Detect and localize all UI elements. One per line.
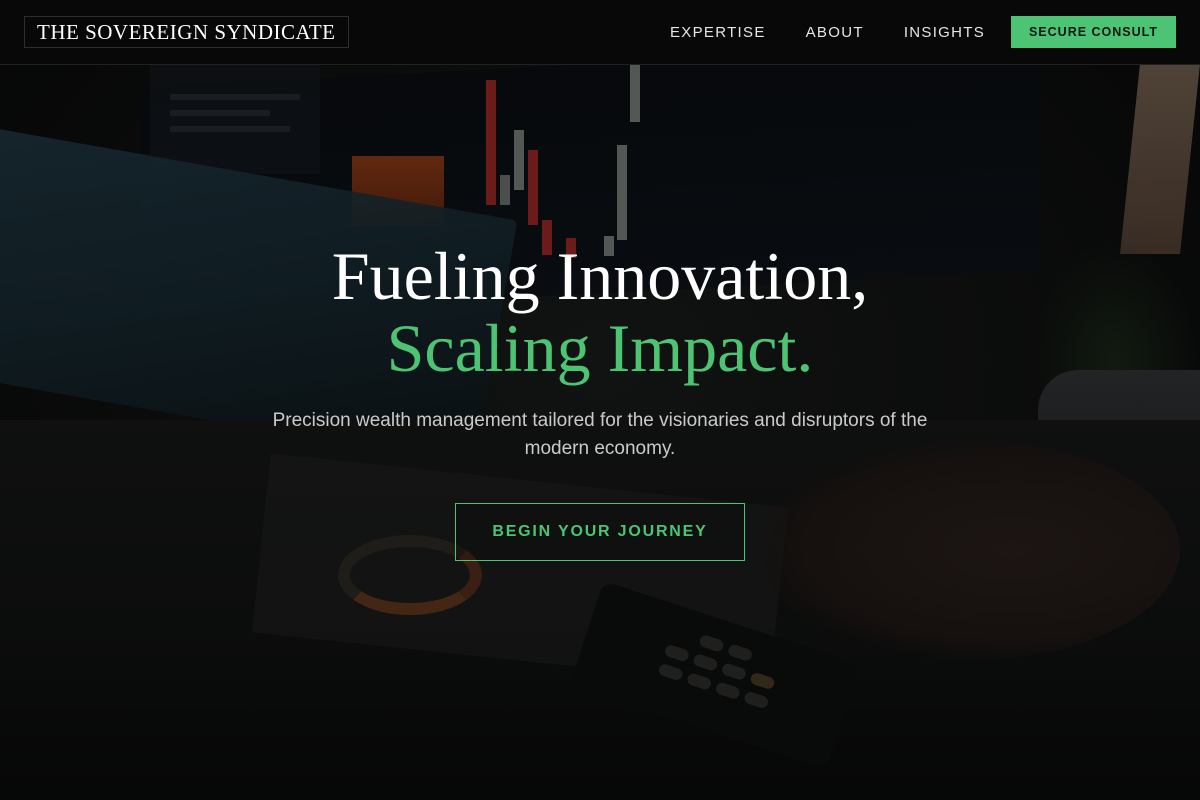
dark-overlay <box>0 0 1200 800</box>
hero-title-line1: Fueling Innovation, <box>331 238 869 314</box>
nav-about[interactable]: ABOUT <box>806 24 864 41</box>
site-header: THE SOVEREIGN SYNDICATE EXPERTISE ABOUT … <box>0 0 1200 65</box>
begin-journey-button[interactable]: BEGIN YOUR JOURNEY <box>455 503 745 561</box>
hero-title-line2: Scaling Impact. <box>386 310 814 386</box>
main-nav: EXPERTISE ABOUT INSIGHTS <box>670 0 1025 64</box>
hero-title: Fueling Innovation, Scaling Impact. <box>0 240 1200 384</box>
secure-consult-button[interactable]: SECURE CONSULT <box>1011 16 1176 48</box>
nav-expertise[interactable]: EXPERTISE <box>670 24 766 41</box>
hero-subtitle: Precision wealth management tailored for… <box>272 410 928 459</box>
brand-logo[interactable]: THE SOVEREIGN SYNDICATE <box>24 16 349 48</box>
hero-background-image <box>0 0 1200 800</box>
nav-insights[interactable]: INSIGHTS <box>904 24 985 41</box>
